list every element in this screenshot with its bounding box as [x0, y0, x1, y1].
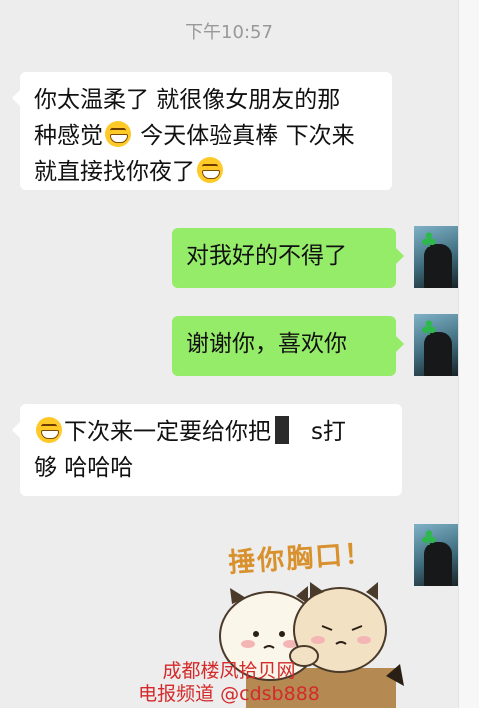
outgoing-message-bubble[interactable]: 谢谢你，喜欢你	[172, 316, 404, 376]
clover-icon: ♣	[420, 526, 438, 550]
redaction-mark	[275, 416, 289, 444]
message-text: 谢谢你，喜欢你	[186, 331, 347, 357]
incoming-message-bubble[interactable]: 你太温柔了 就很像女朋友的那 种感觉 今天体验真棒 下次来 就直接找你夜了	[12, 72, 392, 190]
watermark-line-2: 电报频道 @cdsb888	[138, 683, 320, 705]
screen-edge	[458, 0, 479, 708]
message-line: 下次来一定要给你把 s打	[34, 414, 388, 450]
message-line: 你太温柔了 就很像女朋友的那	[34, 87, 341, 113]
grinning-emoji-icon	[197, 157, 223, 183]
clover-icon: ♣	[420, 316, 438, 340]
watermark-line-1: 成都楼凤拾贝网	[162, 660, 296, 682]
grinning-emoji-icon	[36, 417, 62, 443]
grinning-emoji-icon	[105, 121, 131, 147]
my-avatar[interactable]: ♣	[414, 226, 458, 288]
chat-area: 下午10:57 你太温柔了 就很像女朋友的那 种感觉 今天体验真棒 下次来 就直…	[0, 0, 458, 708]
my-avatar[interactable]: ♣	[414, 524, 458, 586]
message-timestamp: 下午10:57	[185, 22, 273, 43]
clover-icon: ♣	[420, 228, 438, 252]
message-text: 对我好的不得了	[186, 243, 347, 269]
message-line: 够 哈哈哈	[34, 455, 134, 481]
incoming-message-bubble[interactable]: 下次来一定要给你把 s打 够 哈哈哈	[12, 404, 402, 496]
my-avatar[interactable]: ♣	[414, 314, 458, 376]
message-line: 种感觉 今天体验真棒 下次来	[34, 121, 355, 149]
outgoing-message-bubble[interactable]: 对我好的不得了	[172, 228, 404, 288]
message-line: 就直接找你夜了	[34, 154, 378, 190]
